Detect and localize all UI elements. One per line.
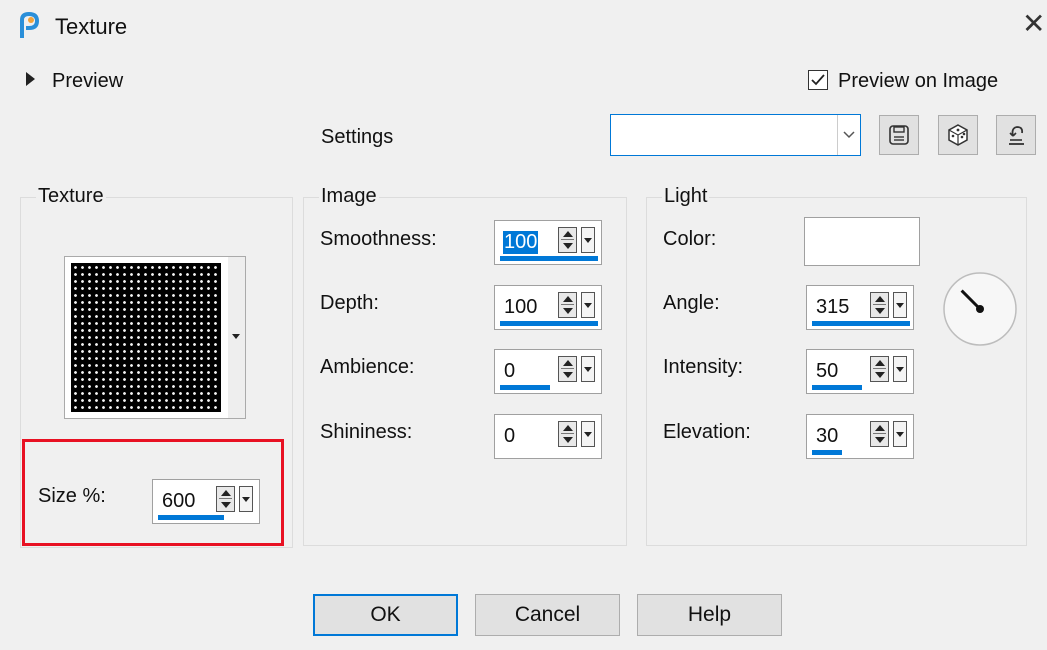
settings-dropdown[interactable] — [610, 114, 861, 156]
intensity-slider-dropdown-icon[interactable] — [893, 356, 907, 382]
smoothness-field[interactable]: 100 — [494, 220, 602, 265]
smoothness-spinner-icon[interactable] — [558, 227, 577, 253]
settings-label: Settings — [321, 126, 394, 148]
angle-label: Angle: — [663, 292, 720, 314]
ambience-field[interactable]: 0 — [494, 349, 602, 394]
smoothness-value: 100 — [503, 231, 539, 254]
smoothness-label: Smoothness: — [320, 228, 437, 250]
shininess-label: Shininess: — [320, 421, 413, 443]
expand-arrow-icon[interactable] — [26, 72, 35, 86]
randomize-button[interactable] — [938, 115, 978, 155]
intensity-level-bar — [812, 385, 862, 390]
swatch-dropdown-arrow-icon[interactable] — [228, 257, 245, 418]
texture-group-title: Texture — [36, 185, 106, 208]
save-preset-button[interactable] — [879, 115, 919, 155]
size-spinner-icon[interactable] — [216, 486, 235, 512]
help-button[interactable]: Help — [637, 594, 782, 636]
ok-button[interactable]: OK — [313, 594, 458, 636]
intensity-label: Intensity: — [663, 356, 744, 378]
depth-value: 100 — [504, 296, 538, 318]
angle-spinner-icon[interactable] — [870, 292, 889, 318]
light-color-swatch[interactable] — [804, 217, 920, 266]
angle-level-bar — [812, 321, 910, 326]
angle-dial[interactable] — [942, 271, 1018, 347]
cancel-button[interactable]: Cancel — [475, 594, 620, 636]
ambience-label: Ambience: — [320, 356, 415, 378]
elevation-spinner-icon[interactable] — [870, 421, 889, 447]
reset-icon — [1009, 126, 1024, 145]
smoothness-slider-dropdown-icon[interactable] — [581, 227, 595, 253]
texture-swatch — [71, 263, 221, 412]
ambience-spinner-icon[interactable] — [558, 356, 577, 382]
texture-swatch-picker[interactable] — [64, 256, 246, 419]
shininess-slider-dropdown-icon[interactable] — [581, 421, 595, 447]
depth-slider-dropdown-icon[interactable] — [581, 292, 595, 318]
shininess-spinner-icon[interactable] — [558, 421, 577, 447]
ambience-slider-dropdown-icon[interactable] — [581, 356, 595, 382]
size-level-bar — [158, 515, 224, 520]
shininess-value: 0 — [504, 425, 516, 447]
depth-spinner-icon[interactable] — [558, 292, 577, 318]
preview-on-image-label: Preview on Image — [838, 70, 999, 92]
size-label: Size %: — [38, 485, 106, 507]
shininess-field[interactable]: 0 — [494, 414, 602, 459]
checkmark-icon — [811, 74, 825, 86]
elevation-value: 30 — [816, 425, 839, 447]
light-color-label: Color: — [663, 228, 717, 250]
elevation-label: Elevation: — [663, 421, 751, 443]
smoothness-level-bar — [500, 256, 598, 261]
size-field[interactable]: 600 — [152, 479, 260, 524]
angle-slider-dropdown-icon[interactable] — [893, 292, 907, 318]
depth-label: Depth: — [320, 292, 379, 314]
preview-on-image-checkbox[interactable] — [808, 70, 828, 90]
intensity-spinner-icon[interactable] — [870, 356, 889, 382]
app-logo-icon — [16, 11, 42, 40]
angle-value: 315 — [816, 296, 850, 318]
intensity-field[interactable]: 50 — [806, 349, 914, 394]
ambience-level-bar — [500, 385, 550, 390]
image-group-title: Image — [319, 185, 379, 208]
dice-icon — [948, 124, 968, 146]
size-value: 600 — [162, 490, 196, 512]
ambience-value: 0 — [504, 360, 516, 382]
reset-button[interactable] — [996, 115, 1036, 155]
depth-field[interactable]: 100 — [494, 285, 602, 330]
intensity-value: 50 — [816, 360, 839, 382]
save-icon — [889, 125, 909, 145]
elevation-slider-dropdown-icon[interactable] — [893, 421, 907, 447]
angle-field[interactable]: 315 — [806, 285, 914, 330]
window-title: Texture — [55, 14, 128, 39]
chevron-down-icon[interactable] — [837, 115, 860, 155]
close-icon[interactable]: ✕ — [1022, 10, 1045, 38]
elevation-field[interactable]: 30 — [806, 414, 914, 459]
light-color-fill — [805, 218, 919, 265]
depth-level-bar — [500, 321, 598, 326]
size-slider-dropdown-icon[interactable] — [239, 486, 253, 512]
elevation-level-bar — [812, 450, 842, 455]
preview-toggle-label[interactable]: Preview — [52, 70, 123, 93]
light-group-title: Light — [662, 185, 710, 208]
